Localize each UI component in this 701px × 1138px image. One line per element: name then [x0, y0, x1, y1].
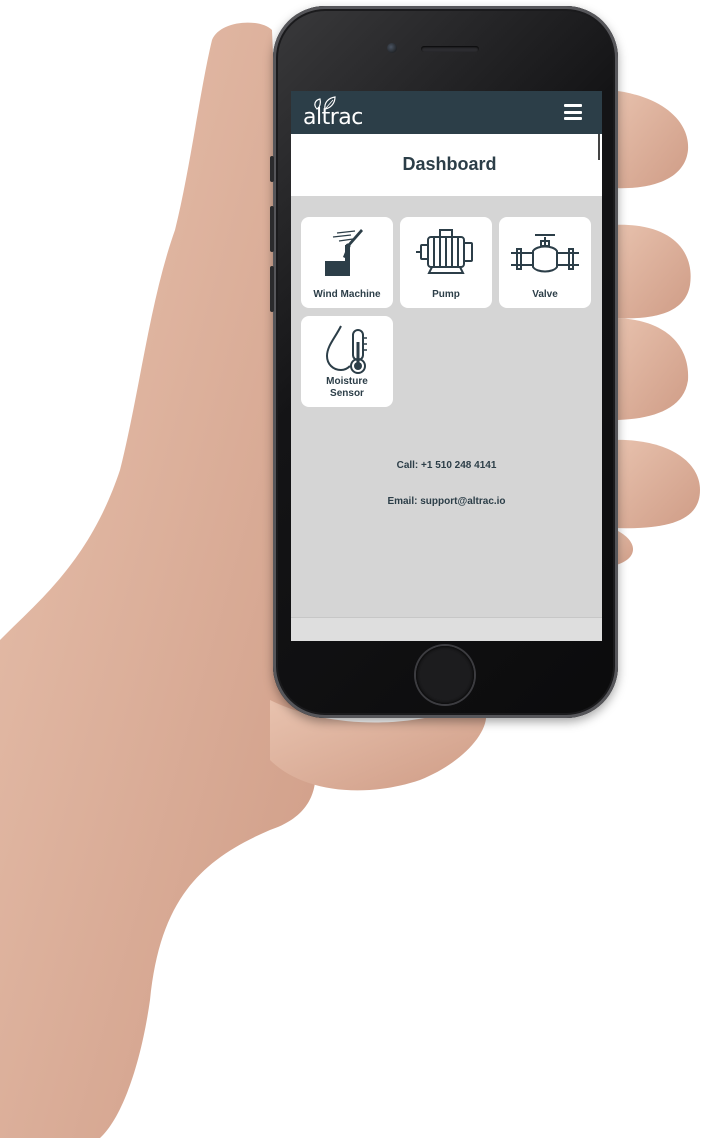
logo-text: altrac: [303, 105, 363, 130]
tile-moisture-sensor[interactable]: Moisture Sensor: [301, 316, 393, 407]
moisture-sensor-icon: [325, 325, 367, 374]
altrac-logo[interactable]: altrac: [303, 96, 367, 130]
mute-switch: [270, 156, 274, 182]
footer-bar: [291, 617, 602, 641]
phone-device: altrac Dashboard Wind Machine Pump Valve…: [270, 6, 618, 718]
scrollbar[interactable]: [598, 134, 600, 160]
page-title: Dashboard: [402, 154, 497, 174]
pump-icon: [416, 229, 473, 274]
title-bar: Dashboard: [291, 134, 602, 196]
volume-down-button: [270, 266, 274, 312]
app-header: altrac: [291, 91, 602, 134]
contact-email[interactable]: Email: support@altrac.io: [291, 496, 602, 507]
valve-icon: [511, 234, 579, 273]
volume-up-button: [270, 206, 274, 252]
contact-phone[interactable]: Call: +1 510 248 4141: [291, 460, 602, 471]
tile-pump[interactable]: Pump: [400, 217, 492, 308]
hamburger-menu-icon[interactable]: [564, 104, 582, 120]
earpiece-speaker: [421, 46, 479, 52]
tile-label: Valve: [532, 289, 558, 300]
contact-phone-text: Call: +1 510 248 4141: [396, 460, 497, 471]
tile-label: Pump: [432, 289, 460, 300]
home-button[interactable]: [416, 646, 474, 704]
wind-machine-icon: [325, 229, 363, 276]
contact-email-text: Email: support@altrac.io: [387, 496, 506, 507]
app-screen: altrac Dashboard Wind Machine Pump Valve…: [291, 91, 602, 641]
tile-label: Wind Machine: [313, 289, 381, 300]
tile-label: Moisture Sensor: [326, 376, 368, 399]
front-camera-icon: [387, 43, 397, 53]
tile-valve[interactable]: Valve: [499, 217, 591, 308]
tile-wind-machine[interactable]: Wind Machine: [301, 217, 393, 308]
